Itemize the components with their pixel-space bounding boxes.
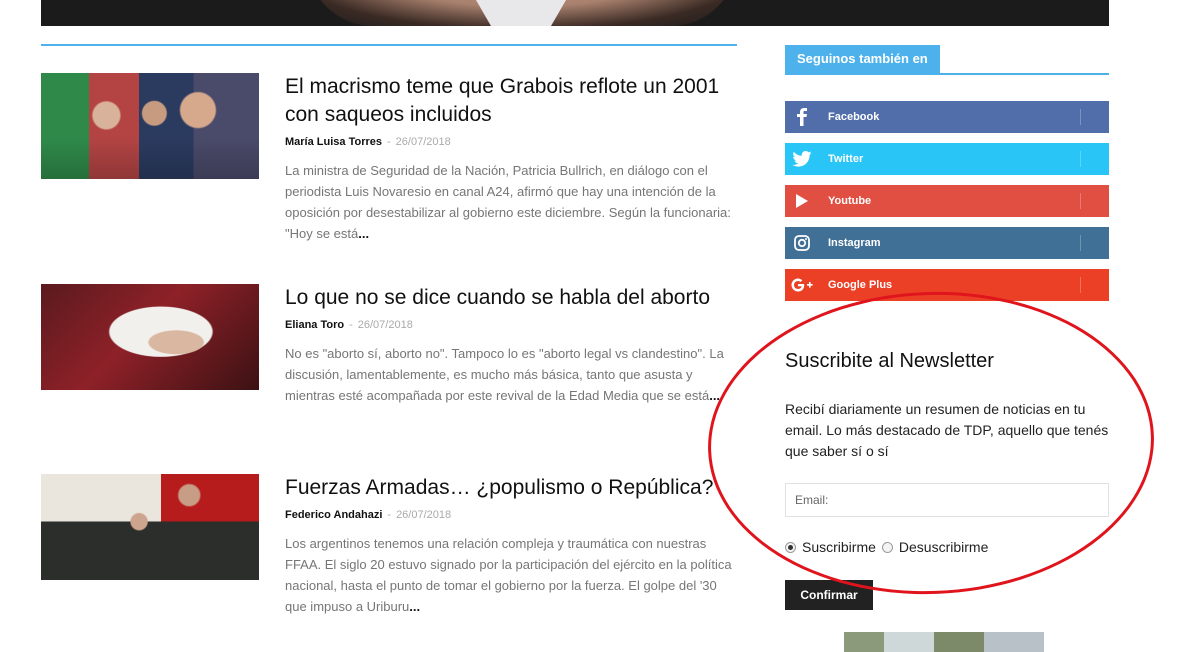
social-divider bbox=[1080, 277, 1081, 293]
article-excerpt: No es "aborto sí, aborto no". Tampoco lo… bbox=[285, 343, 741, 406]
unsubscribe-option[interactable]: Desuscribirme bbox=[881, 539, 989, 555]
article-author[interactable]: María Luisa Torres bbox=[285, 136, 382, 148]
article-date: 26/07/2018 bbox=[396, 509, 452, 521]
social-label: Google Plus bbox=[828, 279, 893, 291]
excerpt-text: No es "aborto sí, aborto no". Tampoco lo… bbox=[285, 346, 724, 403]
social-twitter[interactable]: Twitter bbox=[785, 143, 1109, 175]
social-divider bbox=[1080, 151, 1081, 167]
article-author[interactable]: Eliana Toro bbox=[285, 319, 344, 331]
social-youtube[interactable]: Youtube bbox=[785, 185, 1109, 217]
social-label: Instagram bbox=[828, 237, 881, 249]
excerpt-text: Los argentinos tenemos una relación comp… bbox=[285, 536, 732, 614]
social-google-plus[interactable]: Google Plus bbox=[785, 269, 1109, 301]
unsubscribe-label: Desuscribirme bbox=[898, 539, 989, 555]
article-item: Lo que no se dice cuando se habla del ab… bbox=[41, 284, 741, 434]
social-divider bbox=[1080, 235, 1081, 251]
article-author[interactable]: Federico Andahazi bbox=[285, 509, 382, 521]
social-divider bbox=[1080, 193, 1081, 209]
article-meta: Federico Andahazi -26/07/2018 bbox=[285, 509, 741, 521]
meta-separator: - bbox=[387, 136, 391, 148]
article-meta: María Luisa Torres -26/07/2018 bbox=[285, 136, 741, 148]
article-thumbnail[interactable] bbox=[41, 73, 259, 179]
read-more[interactable]: ... bbox=[709, 388, 720, 403]
subscription-options: Suscribirme Desuscribirme bbox=[785, 539, 994, 555]
article-thumbnail[interactable] bbox=[41, 284, 259, 390]
subscribe-radio[interactable] bbox=[785, 541, 796, 553]
article-date: 26/07/2018 bbox=[395, 136, 451, 148]
meta-separator: - bbox=[387, 509, 392, 521]
article-meta: Eliana Toro -26/07/2018 bbox=[285, 319, 741, 331]
newsletter-title: Suscribite al Newsletter bbox=[785, 350, 994, 372]
article-excerpt: Los argentinos tenemos una relación comp… bbox=[285, 533, 741, 617]
unsubscribe-radio[interactable] bbox=[881, 541, 893, 553]
sidebar-image[interactable] bbox=[844, 632, 1044, 652]
follow-title: Seguinos también en bbox=[785, 45, 940, 73]
social-label: Facebook bbox=[828, 111, 880, 123]
follow-header: Seguinos también en bbox=[785, 45, 1109, 75]
article-title[interactable]: Fuerzas Armadas… ¿populismo o República? bbox=[285, 474, 741, 502]
youtube-icon bbox=[785, 185, 819, 217]
article-item: Fuerzas Armadas… ¿populismo o República?… bbox=[41, 474, 741, 624]
article-item: El macrismo teme que Grabois reflote un … bbox=[41, 73, 741, 243]
subscribe-label: Suscribirme bbox=[802, 539, 876, 555]
article-title[interactable]: Lo que no se dice cuando se habla del ab… bbox=[285, 284, 741, 312]
article-date: 26/07/2018 bbox=[357, 319, 413, 331]
article-body: Fuerzas Armadas… ¿populismo o República?… bbox=[285, 474, 741, 617]
hero-image[interactable] bbox=[41, 0, 1109, 26]
article-body: El macrismo teme que Grabois reflote un … bbox=[285, 73, 741, 244]
google-plus-icon bbox=[785, 269, 819, 301]
read-more[interactable]: ... bbox=[358, 226, 369, 241]
subscribe-option[interactable]: Suscribirme bbox=[785, 539, 876, 555]
social-facebook[interactable]: Facebook bbox=[785, 101, 1109, 133]
social-divider bbox=[1080, 109, 1081, 125]
article-excerpt: La ministra de Seguridad de la Nación, P… bbox=[285, 160, 741, 244]
section-divider bbox=[41, 44, 737, 46]
social-label: Twitter bbox=[828, 153, 864, 165]
facebook-icon bbox=[785, 101, 819, 133]
instagram-icon bbox=[785, 227, 819, 259]
article-thumbnail[interactable] bbox=[41, 474, 259, 580]
newsletter-description: Recibí diariamente un resumen de noticia… bbox=[785, 401, 1109, 459]
meta-separator: - bbox=[349, 319, 353, 331]
read-more[interactable]: ... bbox=[409, 599, 420, 614]
social-label: Youtube bbox=[828, 195, 872, 207]
social-instagram[interactable]: Instagram bbox=[785, 227, 1109, 259]
email-input[interactable] bbox=[785, 483, 1109, 517]
article-title[interactable]: El macrismo teme que Grabois reflote un … bbox=[285, 73, 741, 129]
twitter-icon bbox=[785, 143, 819, 175]
excerpt-text: La ministra de Seguridad de la Nación, P… bbox=[285, 163, 731, 241]
article-body: Lo que no se dice cuando se habla del ab… bbox=[285, 284, 741, 406]
confirm-button[interactable]: Confirmar bbox=[785, 580, 873, 610]
